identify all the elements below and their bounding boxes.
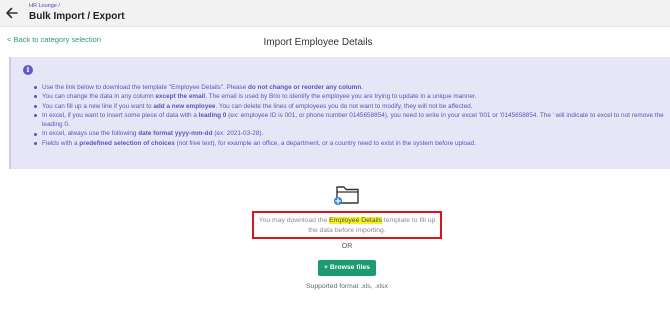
download-prefix: You may download the bbox=[258, 217, 330, 224]
instruction-emphasis: do not change or reorder any column bbox=[247, 84, 362, 91]
instructions-list: Use the link below to download the templ… bbox=[33, 83, 669, 148]
instruction-item: In excel, if you want to insert some pie… bbox=[33, 111, 669, 130]
instruction-item: Use the link below to download the templ… bbox=[33, 83, 669, 92]
instruction-text: (not free text), for example an office, … bbox=[174, 139, 476, 147]
instruction-text: In excel, always use the following bbox=[42, 130, 139, 138]
instruction-emphasis: date format yyyy-mm-dd bbox=[138, 130, 213, 138]
instruction-emphasis: leading 0 bbox=[198, 111, 227, 119]
instruction-text: . The email is used by Brio to identify … bbox=[205, 93, 477, 101]
folder-upload-icon bbox=[334, 186, 359, 205]
instruction-item: In excel, always use the following date … bbox=[33, 129, 669, 138]
browse-files-button[interactable]: + Browse files bbox=[318, 260, 376, 276]
employee-details-template-link[interactable]: Employee Details bbox=[329, 217, 383, 224]
supported-format-text: Supported format .xls, .xlsx bbox=[306, 283, 388, 290]
instruction-emphasis: except the email bbox=[155, 93, 206, 101]
download-template-box: You may download the Employee Details te… bbox=[252, 211, 442, 239]
page-title: Bulk Import / Export bbox=[29, 11, 125, 22]
instruction-item: Fields with a predefined selection of ch… bbox=[33, 139, 669, 148]
instruction-text: (ex: 2021-03-28). bbox=[212, 130, 264, 138]
instruction-emphasis: add a new employee bbox=[153, 102, 216, 110]
breadcrumb[interactable]: HR Lounge / bbox=[29, 3, 60, 9]
instruction-item: You can fill up a new line if you want t… bbox=[33, 102, 669, 111]
or-separator: OR bbox=[341, 243, 353, 250]
instruction-item: You can change the data in any column ex… bbox=[33, 92, 669, 101]
info-circle-icon: i bbox=[23, 65, 33, 75]
instructions-panel: i Use the link below to download the tem… bbox=[9, 57, 670, 169]
instruction-text: Fields with a bbox=[42, 139, 80, 147]
instruction-text: In excel, if you want to insert some pie… bbox=[42, 111, 199, 119]
top-header: HR Lounge / Bulk Import / Export bbox=[0, 0, 670, 27]
arrow-left-icon[interactable] bbox=[4, 5, 20, 21]
instruction-text: . You can delete the lines of employees … bbox=[215, 102, 473, 110]
section-title: Import Employee Details bbox=[263, 37, 373, 48]
instruction-text: You can fill up a new line if you want t… bbox=[42, 102, 154, 110]
instruction-text: You can change the data in any column bbox=[42, 93, 156, 101]
instruction-emphasis: predefined selection of choices bbox=[79, 139, 175, 147]
instruction-text: Use the link below to download the templ… bbox=[42, 84, 248, 91]
instruction-text: . bbox=[361, 84, 364, 91]
